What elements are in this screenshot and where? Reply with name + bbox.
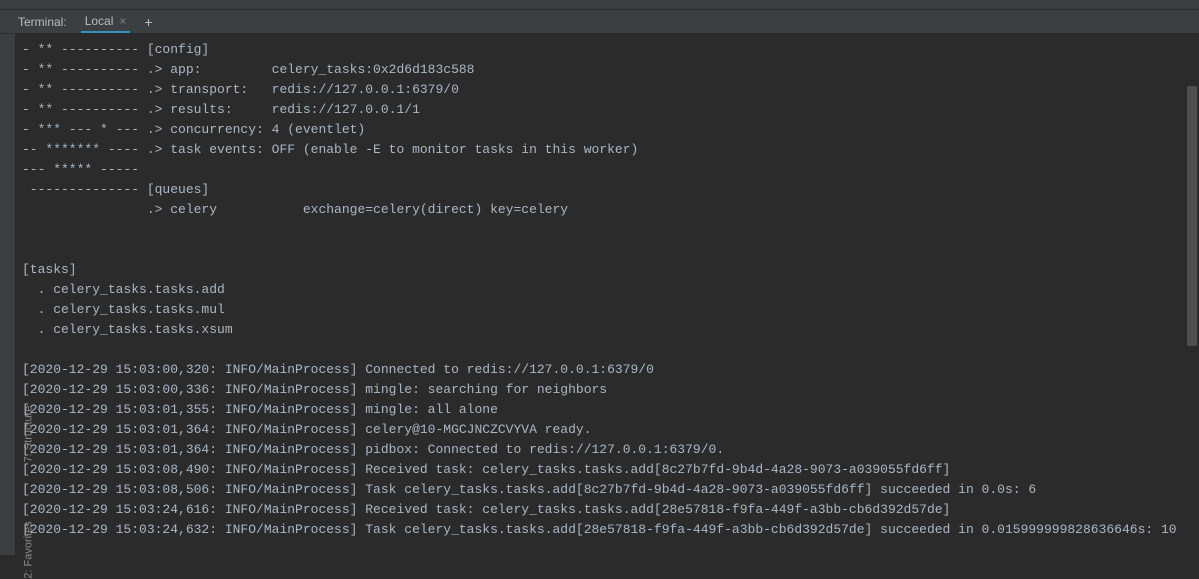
terminal-title: Terminal: [18,15,67,29]
structure-label: 7: Structure [22,406,34,463]
tool-window-structure[interactable]: 7: Structure [0,428,16,440]
left-tool-rail: 7: Structure 2: Favorites [0,34,16,555]
add-tab-button[interactable]: + [144,14,152,30]
terminal-tab-bar: Terminal: Local × + [0,10,1199,34]
tab-local[interactable]: Local × [81,10,131,33]
favorites-label: 2: Favorites [23,521,35,578]
top-strip [0,0,1199,10]
tool-window-favorites[interactable]: 2: Favorites [0,544,16,556]
close-icon[interactable]: × [119,14,126,28]
scrollbar-thumb[interactable] [1187,86,1197,346]
scrollbar-track[interactable] [1187,36,1197,553]
tab-local-label: Local [85,14,114,28]
terminal-output[interactable]: - ** ---------- [config] - ** ----------… [0,34,1199,540]
